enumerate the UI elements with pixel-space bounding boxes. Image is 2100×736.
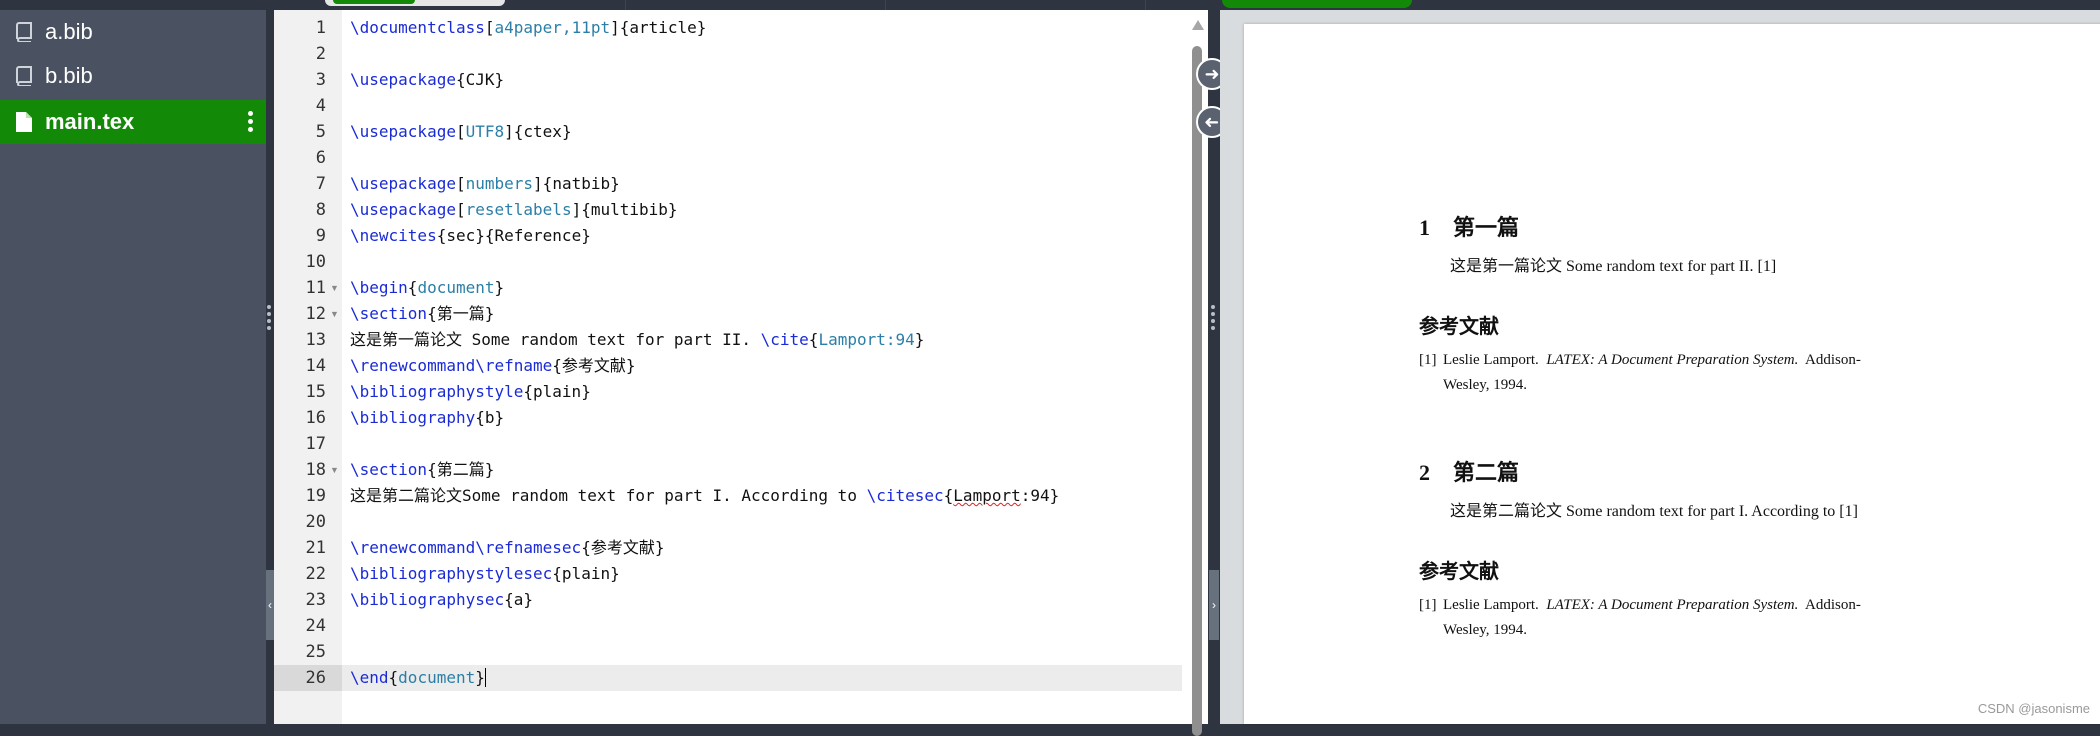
sidebar-resizer[interactable]: ‹ (266, 10, 274, 724)
collapse-sidebar-button[interactable]: ‹ (266, 570, 274, 640)
collapse-preview-button[interactable]: › (1209, 570, 1219, 640)
top-tab-strip (0, 0, 2100, 10)
section-body-2: 这是第二篇论文 Some random text for part I. Acc… (1450, 503, 1858, 520)
file-item-main-tex[interactable]: main.tex (0, 100, 266, 144)
code-line[interactable]: \section{第一篇} (350, 301, 494, 327)
watermark: CSDN @jasonisme (1977, 701, 2090, 716)
code-line[interactable]: \renewcommand\refname{参考文献} (350, 353, 636, 379)
code-line[interactable]: 这是第二篇论文Some random text for part I. Acco… (350, 483, 1059, 509)
line-number: 25 (305, 642, 326, 662)
line-number: 6 (315, 148, 326, 168)
line-number: 18 (305, 460, 326, 480)
code-line[interactable]: \section{第二篇} (350, 457, 494, 483)
line-number: 9 (315, 226, 326, 246)
references-heading-2: 参考文献 (1419, 561, 1499, 583)
line-number: 4 (315, 96, 326, 116)
pdf-preview[interactable]: 1 第一篇 这是第一篇论文 Some random text for part I… (1220, 10, 2100, 724)
editor-mode-tab[interactable] (325, 0, 505, 6)
arrow-left-icon: ➜ (1204, 111, 1220, 132)
arrow-right-icon: ➜ (1204, 63, 1220, 84)
drag-handle-icon[interactable] (1211, 305, 1216, 337)
line-number: 3 (315, 70, 326, 90)
line-number: 11 (305, 278, 326, 298)
line-number: 21 (305, 538, 326, 558)
file-tree: a.bib b.bib main.tex (0, 10, 266, 724)
code-line[interactable]: \usepackage{CJK} (350, 67, 504, 93)
line-number: 14 (305, 356, 326, 376)
fold-toggle-icon[interactable]: ▼ (330, 309, 339, 319)
code-line[interactable]: \documentclass[a4paper,11pt]{article} (350, 15, 706, 41)
line-number: 16 (305, 408, 326, 428)
recompile-button[interactable] (1222, 0, 1412, 8)
divider (885, 0, 886, 10)
line-number: 12 (305, 304, 326, 324)
code-line[interactable]: \bibliographystylesec{plain} (350, 561, 620, 587)
line-number: 17 (305, 434, 326, 454)
references-heading-1: 参考文献 (1419, 316, 1499, 338)
line-number: 2 (315, 44, 326, 64)
code-line[interactable]: \end{document} (350, 665, 486, 691)
code-line[interactable]: \usepackage[resetlabels]{multibib} (350, 197, 678, 223)
line-number-gutter: 1 2 3 4 5 6 7 8 9 10 11 ▼ 12 ▼ 13 14 15 16 17 18 ▼ 19 20 21 22 23… (274, 10, 342, 724)
code-line[interactable]: \begin{document} (350, 275, 504, 301)
line-number: 23 (305, 590, 326, 610)
line-number: 24 (305, 616, 326, 636)
code-line[interactable]: \usepackage[UTF8]{ctex} (350, 119, 572, 145)
line-number: 13 (305, 330, 326, 350)
fold-toggle-icon[interactable]: ▼ (330, 283, 339, 293)
divider (1145, 0, 1146, 10)
scrollbar-thumb[interactable] (1192, 46, 1202, 736)
code-area[interactable]: \documentclass[a4paper,11pt]{article} \us… (342, 10, 1182, 724)
line-number: 7 (315, 174, 326, 194)
section-body-1: 这是第一篇论文 Some random text for part II. [1… (1450, 258, 1777, 275)
file-item-b-bib[interactable]: b.bib (0, 54, 266, 98)
pdf-page: 1 第一篇 这是第一篇论文 Some random text for part I… (1244, 24, 2100, 724)
fold-toggle-icon[interactable]: ▼ (330, 465, 339, 475)
code-line[interactable]: 这是第一篇论文 Some random text for part II. \c… (350, 327, 924, 353)
divider (625, 0, 626, 10)
scroll-up-icon[interactable] (1192, 20, 1204, 30)
file-name: main.tex (45, 109, 135, 134)
section-heading-1: 1 第一篇 (1419, 215, 1520, 240)
book-icon (16, 22, 32, 42)
line-number: 8 (315, 200, 326, 220)
code-line[interactable]: \newcites{sec}{Reference} (350, 223, 591, 249)
code-editor[interactable]: 1 2 3 4 5 6 7 8 9 10 11 ▼ 12 ▼ 13 14 15 16 17 18 ▼ 19 20 21 22 23… (274, 10, 1208, 724)
line-number: 26 (305, 668, 326, 688)
line-number: 15 (305, 382, 326, 402)
code-line[interactable]: \bibliography{b} (350, 405, 504, 431)
line-number: 1 (315, 18, 326, 38)
text-cursor (484, 668, 486, 687)
code-line[interactable]: \bibliographysec{a} (350, 587, 533, 613)
line-number: 5 (315, 122, 326, 142)
code-line[interactable]: \bibliographystyle{plain} (350, 379, 591, 405)
code-line[interactable]: \usepackage[numbers]{natbib} (350, 171, 620, 197)
file-item-a-bib[interactable]: a.bib (0, 10, 266, 54)
code-line[interactable]: \renewcommand\refnamesec{参考文献} (350, 535, 664, 561)
section-heading-2: 2 第二篇 (1419, 460, 1520, 485)
line-number: 19 (305, 486, 326, 506)
line-number: 22 (305, 564, 326, 584)
book-icon (16, 66, 32, 86)
line-number: 20 (305, 512, 326, 532)
file-icon (16, 112, 32, 132)
line-number: 10 (305, 252, 326, 272)
file-name: b.bib (45, 63, 93, 88)
file-name: a.bib (45, 19, 93, 44)
file-menu-icon[interactable] (248, 111, 254, 133)
drag-handle-icon[interactable] (267, 305, 272, 337)
